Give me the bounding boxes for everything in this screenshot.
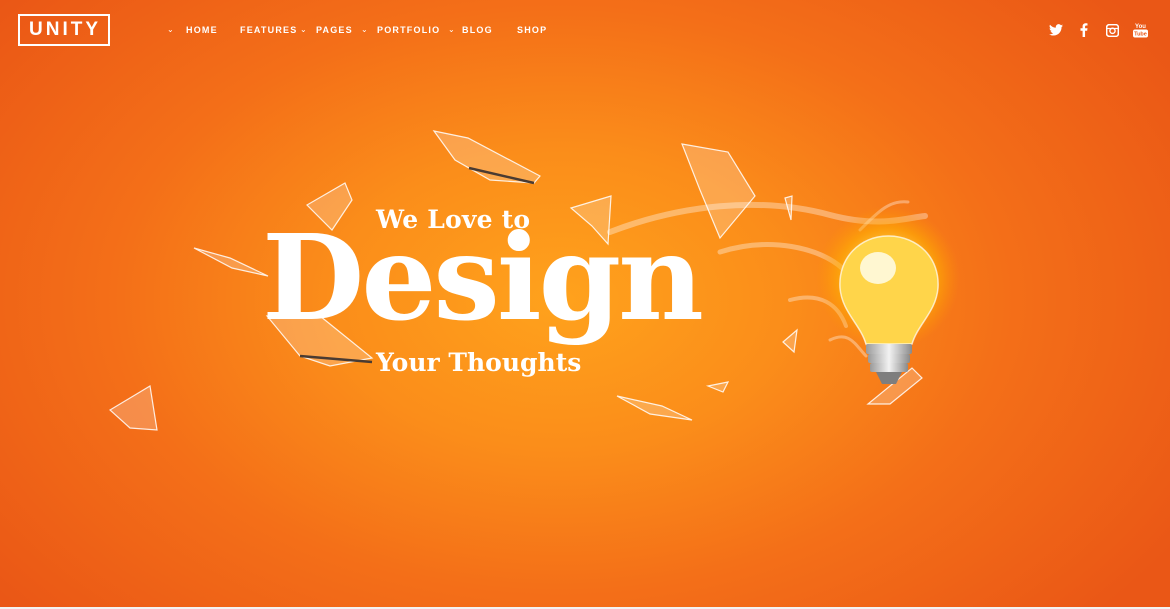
instagram-icon[interactable] — [1103, 21, 1121, 39]
nav-item-blog[interactable]: BLOG — [462, 22, 493, 38]
chevron-down-icon[interactable]: ⌄ — [300, 22, 307, 37]
nav-item-pages[interactable]: PAGES — [316, 22, 353, 38]
twitter-icon[interactable] — [1047, 21, 1065, 39]
light-bulb-icon — [816, 206, 960, 384]
nav-item-shop[interactable]: SHOP — [517, 22, 547, 38]
chevron-down-icon[interactable]: ⌄ — [167, 22, 174, 37]
nav-item-portfolio[interactable]: PORTFOLIO — [377, 22, 440, 38]
facebook-icon[interactable] — [1075, 21, 1093, 39]
chevron-down-icon[interactable]: ⌄ — [361, 22, 368, 37]
glass-shard — [705, 381, 730, 393]
glass-shard — [616, 395, 693, 421]
youtube-icon[interactable]: You Tube — [1131, 21, 1149, 39]
nav-item-home[interactable]: HOME — [186, 22, 218, 38]
hero-headline: Design — [262, 208, 704, 347]
nav-item-features[interactable]: FEATURES — [240, 22, 297, 38]
glass-shard — [432, 130, 541, 184]
glass-shard — [193, 247, 269, 277]
glass-shard — [108, 385, 158, 431]
site-logo[interactable]: UNITY — [18, 14, 110, 46]
hero-tagline-bottom: Your Thoughts — [376, 348, 582, 377]
glass-shard — [782, 328, 798, 354]
youtube-text-top: You — [1135, 24, 1146, 30]
youtube-text-bottom: Tube — [1134, 32, 1147, 38]
chevron-down-icon[interactable]: ⌄ — [448, 22, 455, 37]
